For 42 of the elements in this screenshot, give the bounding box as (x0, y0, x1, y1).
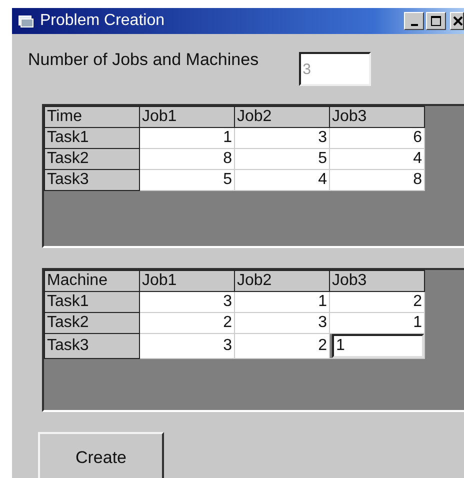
corner-header: Machine (44, 270, 140, 292)
column-header: Job1 (140, 106, 234, 128)
table-cell[interactable]: 8 (140, 148, 234, 170)
table-cell[interactable]: 1 (234, 292, 330, 312)
field-label: Number of Jobs and Machines (28, 50, 259, 70)
create-button[interactable]: Create (38, 432, 164, 478)
maximize-button[interactable] (426, 12, 446, 30)
column-header: Job2 (234, 270, 330, 292)
table-cell[interactable]: 5 (140, 170, 234, 190)
window-icon (18, 14, 34, 28)
table-cell[interactable]: 4 (234, 170, 330, 190)
table-cell[interactable]: 5 (234, 148, 330, 170)
table-cell[interactable]: 3 (234, 128, 330, 148)
row-header: Task3 (44, 334, 140, 358)
column-header: Job3 (330, 106, 424, 128)
table-cell[interactable]: 2 (234, 334, 330, 358)
table-cell[interactable]: 6 (330, 128, 424, 148)
table-cell[interactable]: 1 (140, 128, 234, 148)
row-header: Task2 (44, 148, 140, 170)
table-cell[interactable]: 1 (330, 312, 424, 334)
column-header: Job1 (140, 270, 234, 292)
table-cell[interactable]: 4 (330, 148, 424, 170)
table-cell[interactable]: 8 (330, 170, 424, 190)
table-cell[interactable]: 2 (330, 292, 424, 312)
close-button[interactable] (450, 12, 464, 30)
column-header: Job3 (330, 270, 424, 292)
row-header: Task2 (44, 312, 140, 334)
maximize-icon (431, 16, 441, 26)
row-header: Task1 (44, 128, 140, 148)
cell-input[interactable]: 1 (332, 334, 424, 358)
minimize-icon (410, 24, 418, 26)
corner-header: Time (44, 106, 140, 128)
window-title: Problem Creation (40, 12, 164, 30)
table-cell[interactable]: 2 (140, 312, 234, 334)
column-header: Job2 (234, 106, 330, 128)
table-cell[interactable]: 3 (140, 334, 234, 358)
row-header: Task1 (44, 292, 140, 312)
table-cell[interactable]: 3 (234, 312, 330, 334)
table-cell[interactable]: 3 (140, 292, 234, 312)
row-header: Task3 (44, 170, 140, 190)
close-icon (453, 16, 463, 26)
minimize-button[interactable] (404, 12, 424, 30)
